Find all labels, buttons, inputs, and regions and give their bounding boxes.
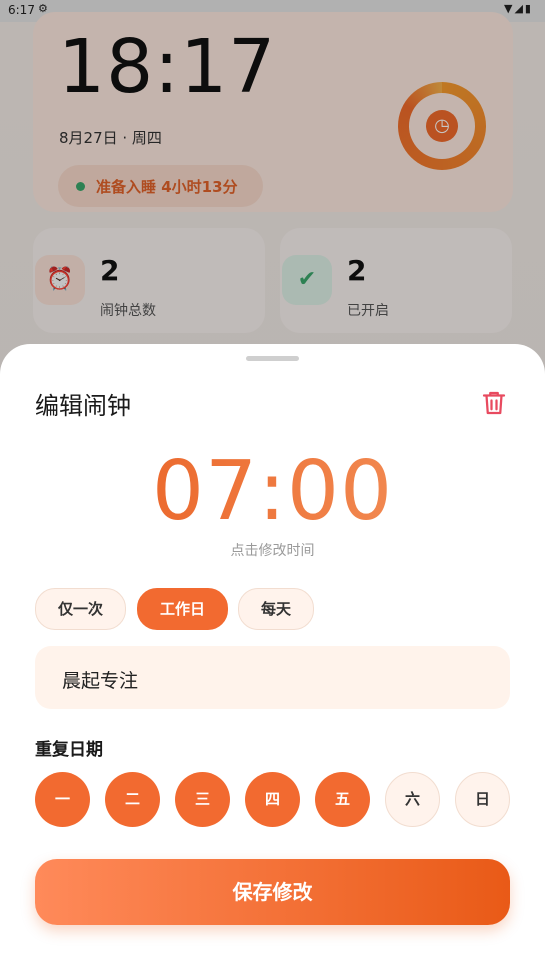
sheet-title: 编辑闹钟 <box>35 392 131 420</box>
day-toggle-sun[interactable]: 日 <box>455 772 510 827</box>
day-toggle-fri[interactable]: 五 <box>315 772 370 827</box>
drag-handle[interactable] <box>246 356 299 361</box>
preset-weekdays-button[interactable]: 工作日 <box>137 588 228 630</box>
save-button[interactable]: 保存修改 <box>35 859 510 925</box>
alarm-label-input[interactable]: 晨起专注 <box>35 646 510 709</box>
day-toggle-mon[interactable]: 一 <box>35 772 90 827</box>
alarm-label-value: 晨起专注 <box>62 670 139 692</box>
edit-alarm-sheet: 编辑闹钟 07:00 点击修改时间 仅一次 工作日 每天 晨起专注 重复日期 一… <box>0 344 545 969</box>
day-toggle-thu[interactable]: 四 <box>245 772 300 827</box>
day-toggle-tue[interactable]: 二 <box>105 772 160 827</box>
time-hint: 点击修改时间 <box>230 543 315 559</box>
trash-icon[interactable] <box>479 388 509 418</box>
preset-once-button[interactable]: 仅一次 <box>35 588 126 630</box>
day-toggle-wed[interactable]: 三 <box>175 772 230 827</box>
repeat-title: 重复日期 <box>35 740 103 760</box>
day-toggle-sat[interactable]: 六 <box>385 772 440 827</box>
alarm-time-display[interactable]: 07:00 <box>0 444 545 539</box>
preset-everyday-button[interactable]: 每天 <box>238 588 314 630</box>
